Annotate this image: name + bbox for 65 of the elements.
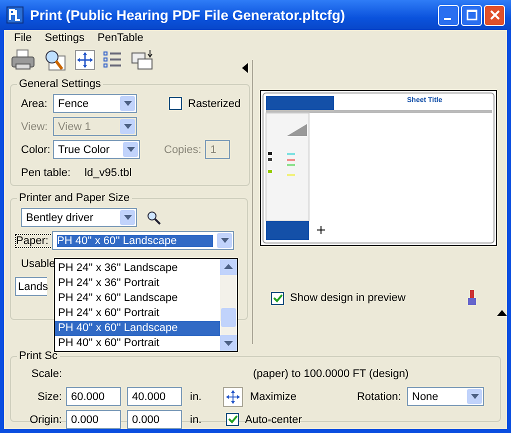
menu-item[interactable]: Settings	[44, 32, 84, 44]
printer-icon[interactable]	[11, 49, 35, 71]
pen-table-label: Pen table:	[21, 166, 71, 178]
rotation-dropdown[interactable]: None	[407, 387, 484, 406]
group-title: Printer and Paper Size	[18, 192, 131, 204]
list-icon[interactable]	[103, 51, 123, 69]
windows-icon[interactable]	[131, 49, 155, 71]
maximize-button[interactable]	[223, 386, 243, 406]
color-dropdown[interactable]: True Color	[53, 140, 140, 159]
preview-icon[interactable]	[43, 48, 67, 72]
brush-icon[interactable]	[467, 290, 477, 306]
paper-option[interactable]: PH 24'' x 60'' Portrait	[55, 306, 220, 321]
width-field[interactable]: 60.000	[66, 387, 121, 406]
show-design-label: Show design in preview	[290, 292, 406, 304]
unit-label: in.	[190, 414, 203, 426]
area-label: Area:	[21, 98, 48, 110]
scale-text: (paper) to 100.0000 FT (design)	[253, 368, 409, 380]
minimize-button[interactable]	[438, 4, 459, 26]
close-icon	[488, 9, 500, 21]
height-field[interactable]: 40.000	[127, 387, 182, 406]
size-label: Size:	[36, 390, 63, 402]
app-icon	[6, 6, 24, 24]
paper-option[interactable]: PH 24'' x 36'' Landscape	[55, 261, 220, 276]
pen-table-value: ld_v95.tbl	[84, 166, 132, 178]
scrollbar[interactable]	[220, 259, 237, 351]
area-dropdown[interactable]: Fence	[53, 94, 137, 113]
group-title: Print Sc	[18, 350, 59, 362]
copies-label: Copies:	[164, 144, 202, 156]
printer-dropdown[interactable]: Bentley driver	[21, 208, 137, 227]
search-icon[interactable]	[147, 210, 161, 224]
unit-label: in.	[190, 390, 203, 402]
scroll-up-icon[interactable]	[220, 259, 237, 275]
group-title: General Settings	[18, 78, 102, 90]
origin-x-field[interactable]: 0.000	[66, 410, 121, 429]
scale-label: Scale:	[30, 368, 63, 380]
origin-label: Origin:	[28, 414, 63, 426]
scrollbar-thumb[interactable]	[221, 308, 236, 327]
paper-option[interactable]: PH 24'' x 60'' Landscape	[55, 291, 220, 306]
usable-label: Usable	[21, 258, 56, 270]
rasterized-label: Rasterized	[188, 98, 241, 110]
origin-y-field[interactable]: 0.000	[127, 410, 182, 429]
menu-item[interactable]: File	[14, 32, 32, 44]
paper-label: Paper:	[16, 234, 52, 246]
view-label: View:	[21, 120, 49, 132]
scroll-down-icon[interactable]	[220, 335, 237, 351]
collapse-arrow-icon[interactable]	[242, 63, 248, 73]
menu-item[interactable]: PenTable	[97, 32, 144, 44]
maximize-icon	[466, 9, 478, 21]
paper-dropdown[interactable]: PH 40'' x 60'' Landscape	[52, 231, 234, 250]
orientation-dropdown[interactable]: Lands	[15, 277, 47, 296]
maximize-label: Maximize	[250, 390, 296, 402]
rasterized-checkbox[interactable]	[169, 97, 182, 110]
paper-option[interactable]: PH 40'' x 60'' Portrait	[55, 336, 220, 351]
rotation-label: Rotation:	[356, 390, 401, 402]
paper-option[interactable]: PH 24'' x 36'' Portrait	[55, 276, 220, 291]
expand-arrow-icon[interactable]	[497, 310, 507, 316]
auto-center-label: Auto-center	[245, 414, 302, 426]
color-label: Color:	[21, 144, 52, 156]
close-button[interactable]	[484, 4, 505, 26]
fit-arrows-icon[interactable]	[75, 50, 95, 70]
window-title: Print (Public Hearing PDF File Generator.pltcfg)	[30, 7, 346, 23]
auto-center-checkbox[interactable]	[226, 413, 239, 426]
show-design-checkbox[interactable]	[271, 292, 284, 304]
paper-option[interactable]: PH 40'' x 60'' Landscape	[55, 321, 220, 336]
minimize-icon	[444, 18, 450, 20]
